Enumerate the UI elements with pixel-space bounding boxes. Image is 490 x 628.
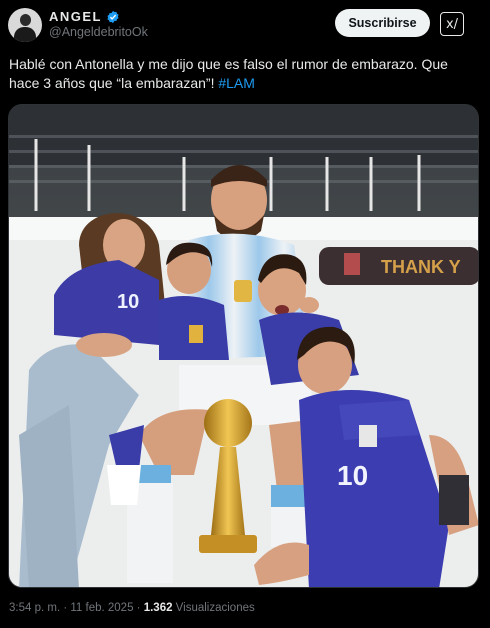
author-handle[interactable]: @AngeldebritoOk	[49, 25, 148, 39]
views-label: Visualizaciones	[172, 602, 255, 614]
tweet-header: ANGEL @AngeldebritoOk Suscribirse x/	[8, 6, 482, 46]
tweet-time[interactable]: 3:54 p. m.	[9, 602, 60, 614]
subscribe-button[interactable]: Suscribirse	[335, 9, 430, 37]
meta-separator: ·	[133, 602, 144, 614]
jersey-number-right: 10	[337, 460, 368, 491]
tweet-meta: 3:54 p. m. · 11 feb. 2025 · 1.362 Visual…	[9, 602, 255, 614]
tweet-text: Hablé con Antonella y me dijo que es fal…	[9, 55, 479, 93]
banner-text: THANK Y	[381, 257, 461, 277]
verified-badge-icon	[107, 10, 119, 23]
tweet-date[interactable]: 11 feb. 2025	[70, 602, 133, 614]
avatar[interactable]	[8, 8, 42, 42]
display-name[interactable]: ANGEL	[49, 9, 102, 24]
jersey-number-left: 10	[117, 291, 139, 313]
photo-illustration: THANK Y 10 10	[9, 105, 478, 587]
hashtag-link[interactable]: #LAM	[218, 75, 255, 91]
grok-icon[interactable]: x/	[440, 12, 464, 36]
views-count: 1.362	[143, 602, 173, 614]
tweet-photo[interactable]: THANK Y 10 10	[8, 104, 479, 588]
meta-separator: ·	[60, 602, 71, 614]
author-names: ANGEL @AngeldebritoOk	[49, 9, 148, 39]
